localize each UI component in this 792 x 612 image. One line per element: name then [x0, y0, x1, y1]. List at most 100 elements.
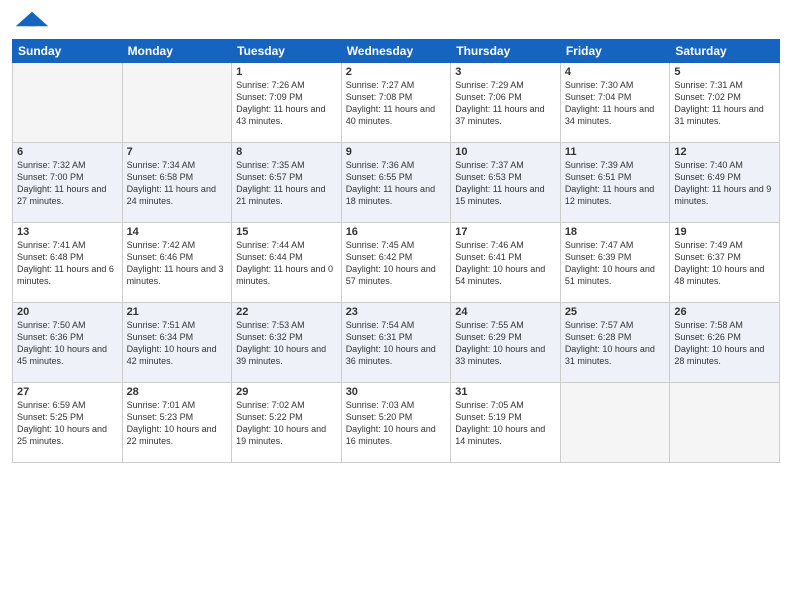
day-number: 5 [674, 66, 775, 78]
calendar-container: SundayMondayTuesdayWednesdayThursdayFrid… [0, 0, 792, 471]
calendar-cell [670, 383, 780, 463]
day-number: 29 [236, 386, 337, 398]
cell-info: Sunrise: 7:29 AMSunset: 7:06 PMDaylight:… [455, 79, 556, 128]
cell-info: Sunrise: 7:03 AMSunset: 5:20 PMDaylight:… [346, 399, 447, 448]
cell-info: Sunrise: 6:59 AMSunset: 5:25 PMDaylight:… [17, 399, 118, 448]
calendar-weekday-thursday: Thursday [451, 40, 561, 63]
cell-info: Sunrise: 7:02 AMSunset: 5:22 PMDaylight:… [236, 399, 337, 448]
calendar-weekday-monday: Monday [122, 40, 232, 63]
day-number: 26 [674, 306, 775, 318]
day-number: 30 [346, 386, 447, 398]
calendar-cell: 19Sunrise: 7:49 AMSunset: 6:37 PMDayligh… [670, 223, 780, 303]
day-number: 17 [455, 226, 556, 238]
cell-info: Sunrise: 7:34 AMSunset: 6:58 PMDaylight:… [127, 159, 228, 208]
calendar-cell [122, 63, 232, 143]
calendar-row: 27Sunrise: 6:59 AMSunset: 5:25 PMDayligh… [13, 383, 780, 463]
day-number: 3 [455, 66, 556, 78]
day-number: 6 [17, 146, 118, 158]
calendar-cell: 8Sunrise: 7:35 AMSunset: 6:57 PMDaylight… [232, 143, 342, 223]
day-number: 22 [236, 306, 337, 318]
calendar-row: 6Sunrise: 7:32 AMSunset: 7:00 PMDaylight… [13, 143, 780, 223]
day-number: 8 [236, 146, 337, 158]
calendar-cell: 22Sunrise: 7:53 AMSunset: 6:32 PMDayligh… [232, 303, 342, 383]
day-number: 2 [346, 66, 447, 78]
day-number: 21 [127, 306, 228, 318]
calendar-cell: 14Sunrise: 7:42 AMSunset: 6:46 PMDayligh… [122, 223, 232, 303]
cell-info: Sunrise: 7:40 AMSunset: 6:49 PMDaylight:… [674, 159, 775, 208]
cell-info: Sunrise: 7:54 AMSunset: 6:31 PMDaylight:… [346, 319, 447, 368]
cell-info: Sunrise: 7:51 AMSunset: 6:34 PMDaylight:… [127, 319, 228, 368]
cell-info: Sunrise: 7:55 AMSunset: 6:29 PMDaylight:… [455, 319, 556, 368]
calendar-cell: 3Sunrise: 7:29 AMSunset: 7:06 PMDaylight… [451, 63, 561, 143]
cell-info: Sunrise: 7:58 AMSunset: 6:26 PMDaylight:… [674, 319, 775, 368]
calendar-cell: 12Sunrise: 7:40 AMSunset: 6:49 PMDayligh… [670, 143, 780, 223]
calendar-cell: 4Sunrise: 7:30 AMSunset: 7:04 PMDaylight… [560, 63, 670, 143]
day-number: 1 [236, 66, 337, 78]
calendar-cell: 18Sunrise: 7:47 AMSunset: 6:39 PMDayligh… [560, 223, 670, 303]
day-number: 4 [565, 66, 666, 78]
day-number: 23 [346, 306, 447, 318]
calendar-cell: 21Sunrise: 7:51 AMSunset: 6:34 PMDayligh… [122, 303, 232, 383]
day-number: 7 [127, 146, 228, 158]
calendar-header-row: SundayMondayTuesdayWednesdayThursdayFrid… [13, 40, 780, 63]
calendar-cell: 2Sunrise: 7:27 AMSunset: 7:08 PMDaylight… [341, 63, 451, 143]
logo-icon [14, 10, 50, 28]
calendar-cell: 6Sunrise: 7:32 AMSunset: 7:00 PMDaylight… [13, 143, 123, 223]
calendar-weekday-sunday: Sunday [13, 40, 123, 63]
calendar-cell [13, 63, 123, 143]
calendar-cell: 23Sunrise: 7:54 AMSunset: 6:31 PMDayligh… [341, 303, 451, 383]
cell-info: Sunrise: 7:47 AMSunset: 6:39 PMDaylight:… [565, 239, 666, 288]
cell-info: Sunrise: 7:35 AMSunset: 6:57 PMDaylight:… [236, 159, 337, 208]
day-number: 20 [17, 306, 118, 318]
cell-info: Sunrise: 7:26 AMSunset: 7:09 PMDaylight:… [236, 79, 337, 128]
day-number: 15 [236, 226, 337, 238]
cell-info: Sunrise: 7:32 AMSunset: 7:00 PMDaylight:… [17, 159, 118, 208]
cell-info: Sunrise: 7:30 AMSunset: 7:04 PMDaylight:… [565, 79, 666, 128]
calendar-weekday-saturday: Saturday [670, 40, 780, 63]
cell-info: Sunrise: 7:05 AMSunset: 5:19 PMDaylight:… [455, 399, 556, 448]
calendar-cell: 28Sunrise: 7:01 AMSunset: 5:23 PMDayligh… [122, 383, 232, 463]
calendar-cell: 25Sunrise: 7:57 AMSunset: 6:28 PMDayligh… [560, 303, 670, 383]
calendar-table: SundayMondayTuesdayWednesdayThursdayFrid… [12, 39, 780, 463]
cell-info: Sunrise: 7:50 AMSunset: 6:36 PMDaylight:… [17, 319, 118, 368]
day-number: 28 [127, 386, 228, 398]
cell-info: Sunrise: 7:45 AMSunset: 6:42 PMDaylight:… [346, 239, 447, 288]
cell-info: Sunrise: 7:01 AMSunset: 5:23 PMDaylight:… [127, 399, 228, 448]
calendar-weekday-friday: Friday [560, 40, 670, 63]
calendar-cell: 9Sunrise: 7:36 AMSunset: 6:55 PMDaylight… [341, 143, 451, 223]
cell-info: Sunrise: 7:39 AMSunset: 6:51 PMDaylight:… [565, 159, 666, 208]
day-number: 13 [17, 226, 118, 238]
calendar-cell: 1Sunrise: 7:26 AMSunset: 7:09 PMDaylight… [232, 63, 342, 143]
calendar-cell: 13Sunrise: 7:41 AMSunset: 6:48 PMDayligh… [13, 223, 123, 303]
day-number: 16 [346, 226, 447, 238]
cell-info: Sunrise: 7:41 AMSunset: 6:48 PMDaylight:… [17, 239, 118, 288]
day-number: 14 [127, 226, 228, 238]
calendar-cell: 24Sunrise: 7:55 AMSunset: 6:29 PMDayligh… [451, 303, 561, 383]
cell-info: Sunrise: 7:31 AMSunset: 7:02 PMDaylight:… [674, 79, 775, 128]
cell-info: Sunrise: 7:53 AMSunset: 6:32 PMDaylight:… [236, 319, 337, 368]
day-number: 19 [674, 226, 775, 238]
calendar-cell: 5Sunrise: 7:31 AMSunset: 7:02 PMDaylight… [670, 63, 780, 143]
cell-info: Sunrise: 7:42 AMSunset: 6:46 PMDaylight:… [127, 239, 228, 288]
calendar-cell: 15Sunrise: 7:44 AMSunset: 6:44 PMDayligh… [232, 223, 342, 303]
cell-info: Sunrise: 7:57 AMSunset: 6:28 PMDaylight:… [565, 319, 666, 368]
cell-info: Sunrise: 7:49 AMSunset: 6:37 PMDaylight:… [674, 239, 775, 288]
day-number: 12 [674, 146, 775, 158]
calendar-cell: 30Sunrise: 7:03 AMSunset: 5:20 PMDayligh… [341, 383, 451, 463]
day-number: 25 [565, 306, 666, 318]
header [12, 10, 780, 33]
day-number: 31 [455, 386, 556, 398]
cell-info: Sunrise: 7:36 AMSunset: 6:55 PMDaylight:… [346, 159, 447, 208]
calendar-cell: 31Sunrise: 7:05 AMSunset: 5:19 PMDayligh… [451, 383, 561, 463]
cell-info: Sunrise: 7:44 AMSunset: 6:44 PMDaylight:… [236, 239, 337, 288]
day-number: 27 [17, 386, 118, 398]
calendar-row: 20Sunrise: 7:50 AMSunset: 6:36 PMDayligh… [13, 303, 780, 383]
calendar-weekday-wednesday: Wednesday [341, 40, 451, 63]
logo [12, 10, 50, 33]
calendar-cell: 29Sunrise: 7:02 AMSunset: 5:22 PMDayligh… [232, 383, 342, 463]
calendar-cell: 11Sunrise: 7:39 AMSunset: 6:51 PMDayligh… [560, 143, 670, 223]
calendar-row: 1Sunrise: 7:26 AMSunset: 7:09 PMDaylight… [13, 63, 780, 143]
day-number: 11 [565, 146, 666, 158]
day-number: 24 [455, 306, 556, 318]
cell-info: Sunrise: 7:37 AMSunset: 6:53 PMDaylight:… [455, 159, 556, 208]
